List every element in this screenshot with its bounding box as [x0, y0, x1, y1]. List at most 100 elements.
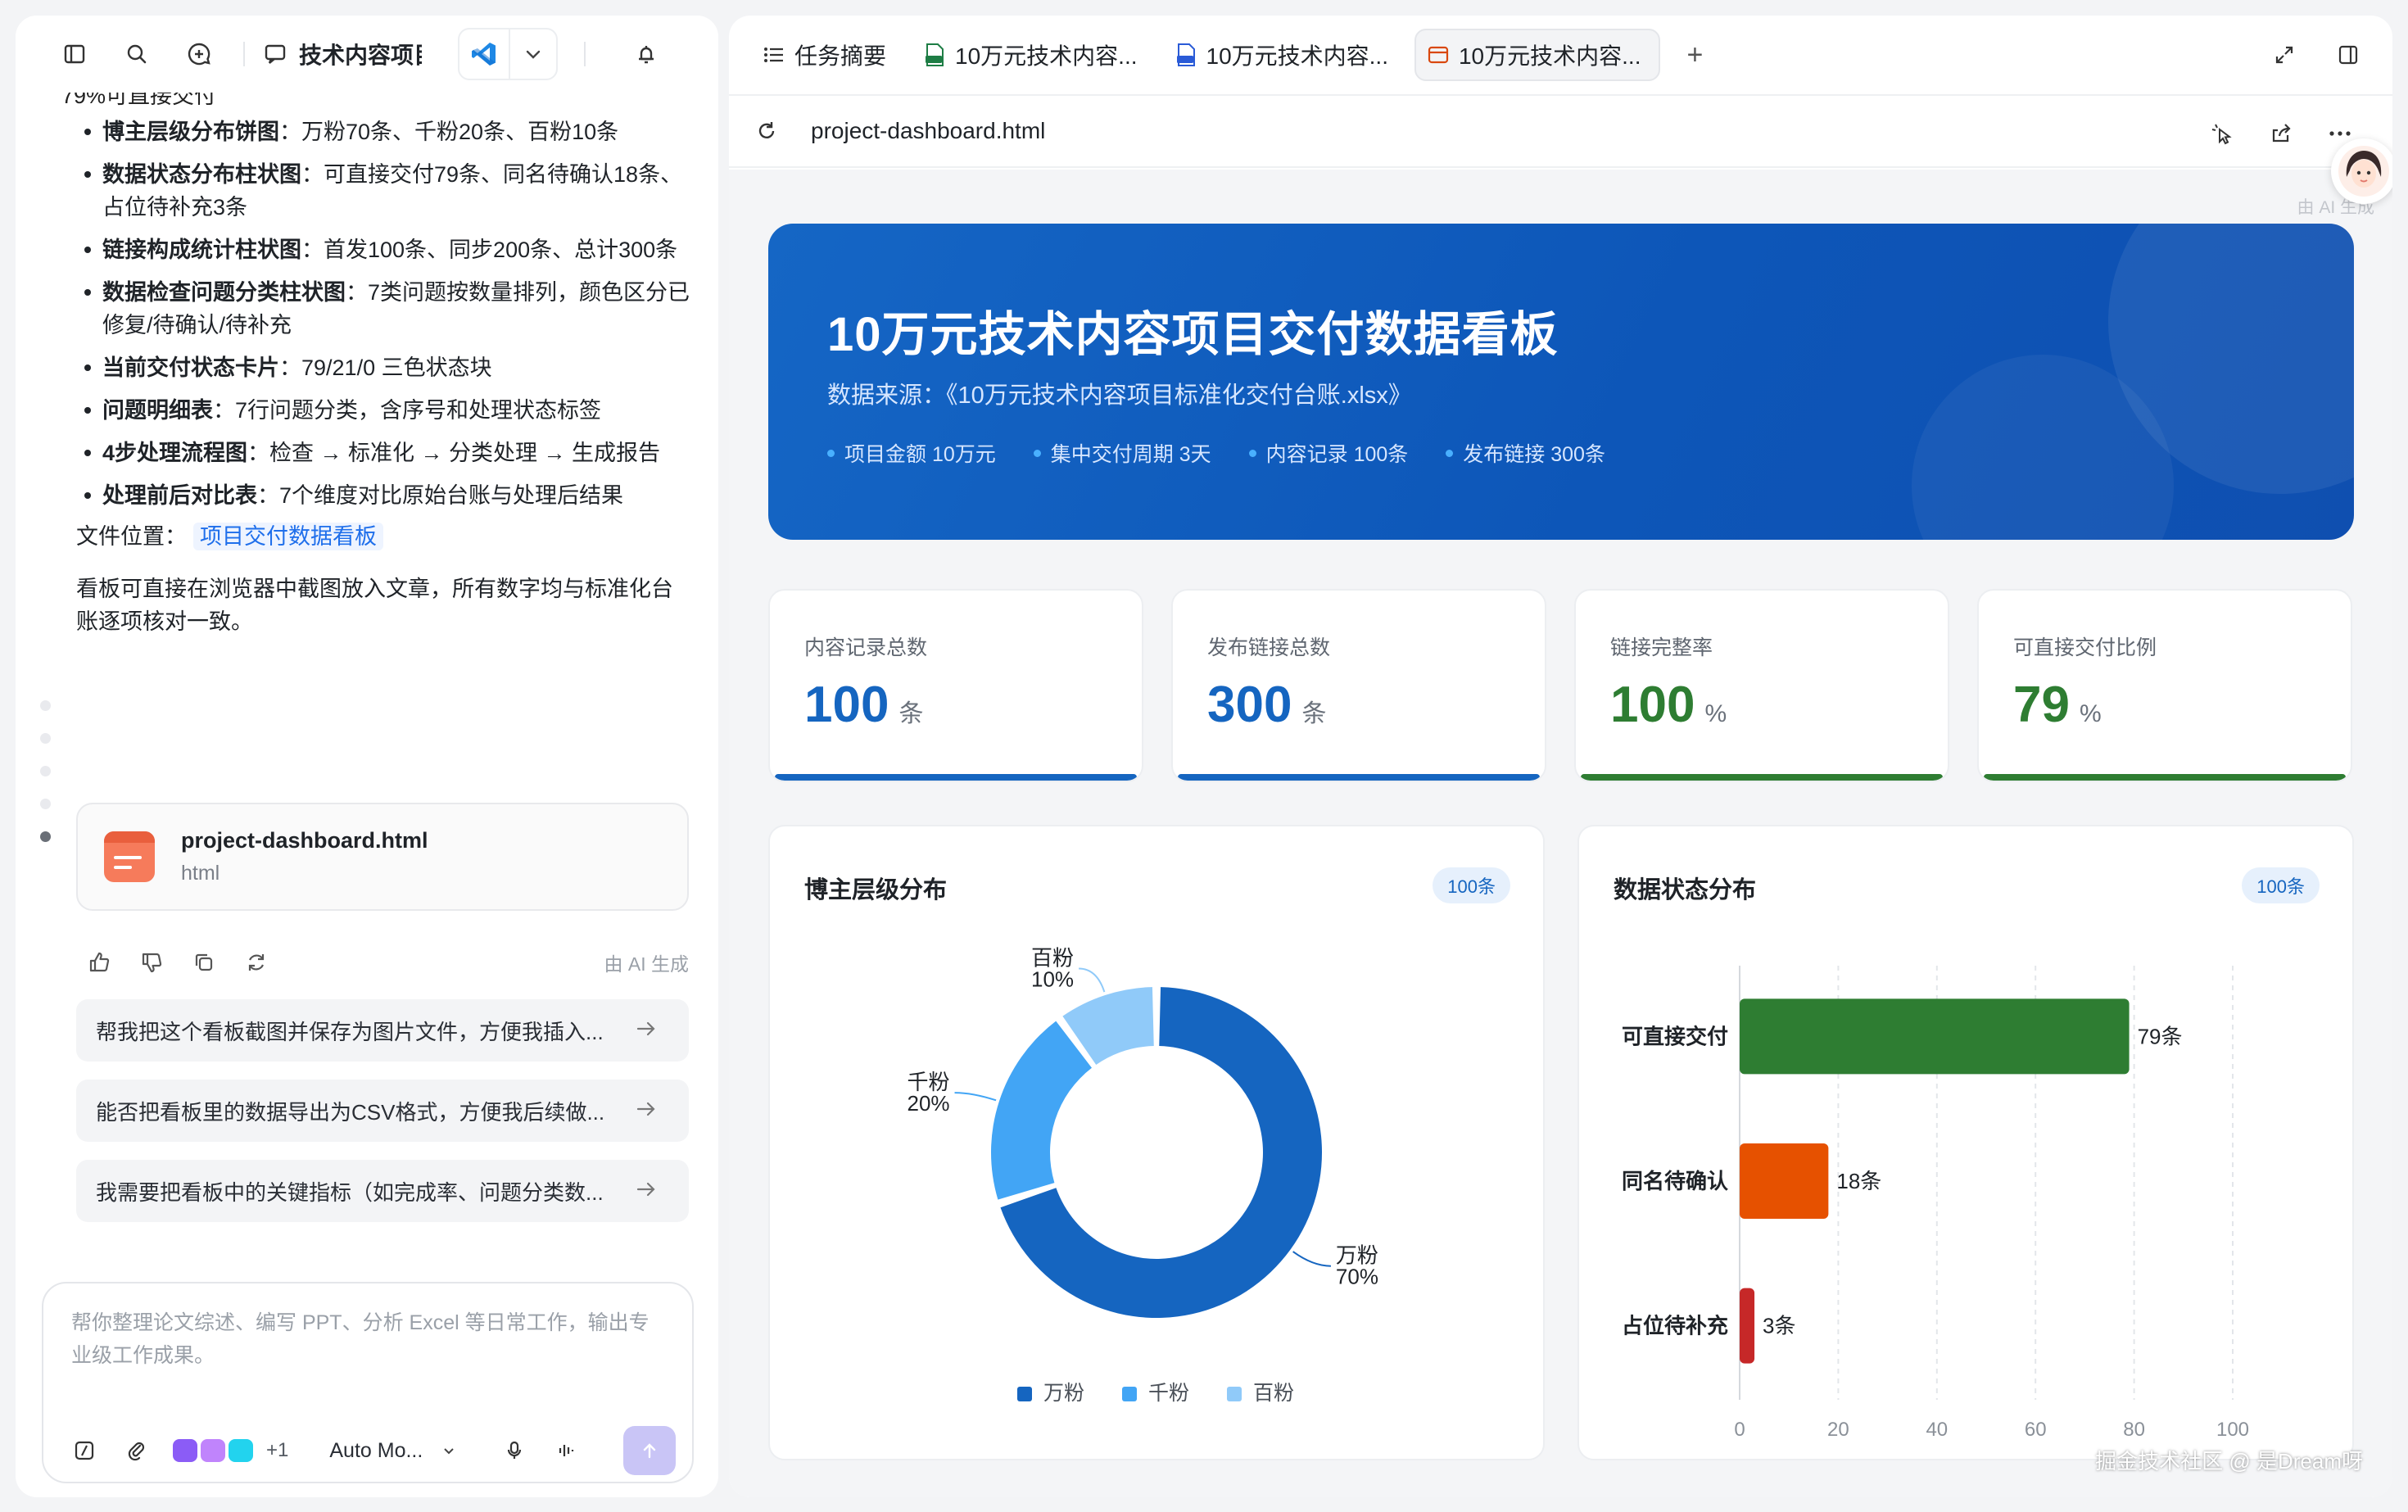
legend-swatch	[1122, 1387, 1137, 1401]
model-selector[interactable]: Auto Mo...	[329, 1439, 423, 1463]
expand-icon[interactable]	[2265, 35, 2304, 75]
xlsx-icon	[922, 43, 947, 67]
bar-chart: 0 20 40 60 80 100 可直接交付 79条同名待确认 18条占位待补充 3条	[1622, 966, 2249, 1441]
kpi-label: 发布链接总数	[1207, 636, 1331, 659]
slash-command-icon[interactable]	[68, 1434, 101, 1467]
item-desc: ：万粉70条、千粉20条、百粉10条	[279, 120, 619, 144]
tools-selector[interactable]	[173, 1439, 253, 1462]
chevron-down-icon[interactable]	[432, 1434, 465, 1467]
bar[interactable]	[1740, 1288, 1755, 1364]
kpi-value-row: 100%	[1610, 676, 1727, 734]
vscode-icon[interactable]	[459, 29, 510, 79]
image-tool-icon	[201, 1439, 225, 1462]
send-button[interactable]	[623, 1426, 676, 1475]
x-tick-label: 0	[1734, 1419, 1745, 1441]
regenerate-icon[interactable]	[242, 948, 271, 977]
item-desc: ：首发100条、同步200条、总计300条	[301, 238, 678, 262]
composer-input[interactable]: 帮你整理论文综述、编写 PPT、分析 Excel 等日常工作，输出专业级工作成果…	[71, 1306, 669, 1372]
voice-wave-icon[interactable]	[550, 1434, 583, 1467]
suggestion-button[interactable]: 能否把看板里的数据导出为CSV格式，方便我后续做...	[76, 1080, 689, 1142]
chat-pane: 技术内容项目 79%可直接交付 博主层级分布饼图：万粉70条、千粉20条、百粉1…	[16, 16, 718, 1497]
tab-xlsx[interactable]: 10万元技术内容...	[912, 29, 1155, 81]
html-file-icon	[104, 831, 155, 882]
bar[interactable]	[1740, 1143, 1829, 1219]
kpi-card: 发布链接总数 300 条	[1171, 589, 1546, 782]
blogger-tier-panel: 博主层级分布 100条 万粉 70% 千粉 20% 百粉 10% 万粉 千粉 百粉	[768, 825, 1545, 1460]
donut-chart: 万粉70%千粉20%百粉10%万粉 千粉 百粉	[908, 946, 1378, 1405]
hero-tag: 项目金额 10万元	[827, 438, 996, 468]
list-item: 4步处理流程图：检查 → 标准化 → 分类处理 → 生成报告	[61, 437, 700, 469]
kpi-card: 链接完整率 100%	[1574, 589, 1949, 782]
timeline-dots	[40, 700, 51, 864]
tab-html-active[interactable]: 10万元技术内容...	[1414, 29, 1661, 81]
kpi-accent-bar	[1984, 774, 2346, 781]
pointer-select-icon[interactable]	[2202, 114, 2242, 153]
notification-bell-icon[interactable]	[622, 29, 671, 79]
kpi-value: 300	[1207, 677, 1292, 733]
x-tick-label: 80	[2123, 1419, 2145, 1441]
chart-list: 博主层级分布饼图：万粉70条、千粉20条、百粉10条 数据状态分布柱状图：可直接…	[61, 115, 700, 512]
bar-value-label: 79条	[2138, 1024, 2183, 1048]
item-desc: ：7个维度对比原始台账与处理后结果	[257, 483, 624, 508]
dashboard-source: 数据来源：《10万元技术内容项目标准化交付台账.xlsx》	[827, 383, 1412, 409]
sidebar-toggle-icon[interactable]	[50, 29, 99, 79]
list-item: 链接构成统计柱状图：首发100条、同步200条、总计300条	[61, 233, 700, 266]
kpi-value: 100	[804, 677, 889, 733]
x-tick-label: 40	[1926, 1419, 1948, 1441]
tab-bar: 任务摘要 10万元技术内容... 10万元技术内容... 10万元技术内容...…	[729, 16, 2392, 94]
list-item: 博主层级分布饼图：万粉70条、千粉20条、百粉10条	[61, 115, 700, 148]
open-in-editor-control[interactable]	[458, 28, 558, 80]
message-composer[interactable]: 帮你整理论文综述、编写 PPT、分析 Excel 等日常工作，输出专业级工作成果…	[42, 1282, 694, 1483]
kpi-value-row: 100 条	[804, 676, 923, 734]
preview-pane: 任务摘要 10万元技术内容... 10万元技术内容... 10万元技术内容...…	[729, 16, 2392, 1497]
chat-toolbar: 技术内容项目	[16, 16, 718, 93]
docx-icon	[1174, 43, 1198, 67]
new-chat-icon[interactable]	[174, 29, 224, 79]
new-tab-button[interactable]: +	[1686, 39, 1703, 71]
timeline-dot	[40, 700, 51, 711]
video-tool-icon	[173, 1439, 197, 1462]
x-tick-label: 100	[2216, 1419, 2249, 1441]
chevron-down-icon[interactable]	[510, 29, 556, 79]
timeline-dot	[40, 799, 51, 809]
attachment-icon[interactable]	[120, 1434, 153, 1467]
tab-task-summary[interactable]: 任务摘要	[752, 29, 904, 81]
file-card[interactable]: project-dashboard.html html	[76, 803, 689, 911]
kpi-card: 内容记录总数 100 条	[768, 589, 1143, 782]
search-icon[interactable]	[112, 29, 161, 79]
copy-icon[interactable]	[189, 948, 219, 977]
thumbs-up-icon[interactable]	[84, 948, 114, 977]
item-name: 链接构成统计柱状图	[102, 238, 301, 262]
slice-percent: 20%	[908, 1091, 950, 1116]
list-item: 当前交付状态卡片：79/21/0 三色状态块	[61, 351, 700, 384]
chat-title[interactable]: 技术内容项目	[263, 38, 422, 70]
donut-slice[interactable]	[991, 1021, 1092, 1200]
file-location-link[interactable]: 项目交付数据看板	[193, 523, 383, 550]
toolbar-divider	[584, 42, 586, 66]
tab-docx[interactable]: 10万元技术内容...	[1164, 29, 1406, 81]
panel-toggle-icon[interactable]	[2329, 35, 2368, 75]
refresh-icon[interactable]	[755, 120, 778, 143]
kpi-value-row: 300 条	[1207, 676, 1326, 734]
bar[interactable]	[1740, 998, 2130, 1075]
kpi-accent-bar	[1581, 774, 1943, 781]
suggestion-button[interactable]: 帮我把这个看板截图并保存为图片文件，方便我插入...	[76, 999, 689, 1062]
window-controls	[2265, 35, 2392, 75]
thumbs-down-icon[interactable]	[137, 948, 166, 977]
share-icon[interactable]	[2261, 114, 2301, 153]
item-desc: ：检查 → 标准化 → 分类处理 → 生成报告	[247, 441, 661, 465]
kpi-label: 可直接交付比例	[2013, 636, 2157, 659]
arrow-right-icon	[635, 1178, 658, 1201]
microphone-icon[interactable]	[498, 1434, 531, 1467]
tools-more-count[interactable]: +1	[266, 1439, 288, 1462]
suggestion-button[interactable]: 我需要把看板中的关键指标（如完成率、问题分类数...	[76, 1160, 689, 1222]
file-card-type: html	[181, 862, 220, 885]
item-name: 4步处理流程图	[102, 441, 248, 465]
assistant-avatar[interactable]	[2331, 138, 2392, 204]
list-icon	[762, 43, 786, 67]
kpi-card: 可直接交付比例 79%	[1977, 589, 2352, 782]
legend-label: 百粉	[1253, 1382, 1294, 1405]
dashboard-title: 10万元技术内容项目交付数据看板	[827, 308, 1559, 361]
timeline-dot	[40, 831, 51, 842]
html-icon	[1426, 43, 1451, 67]
